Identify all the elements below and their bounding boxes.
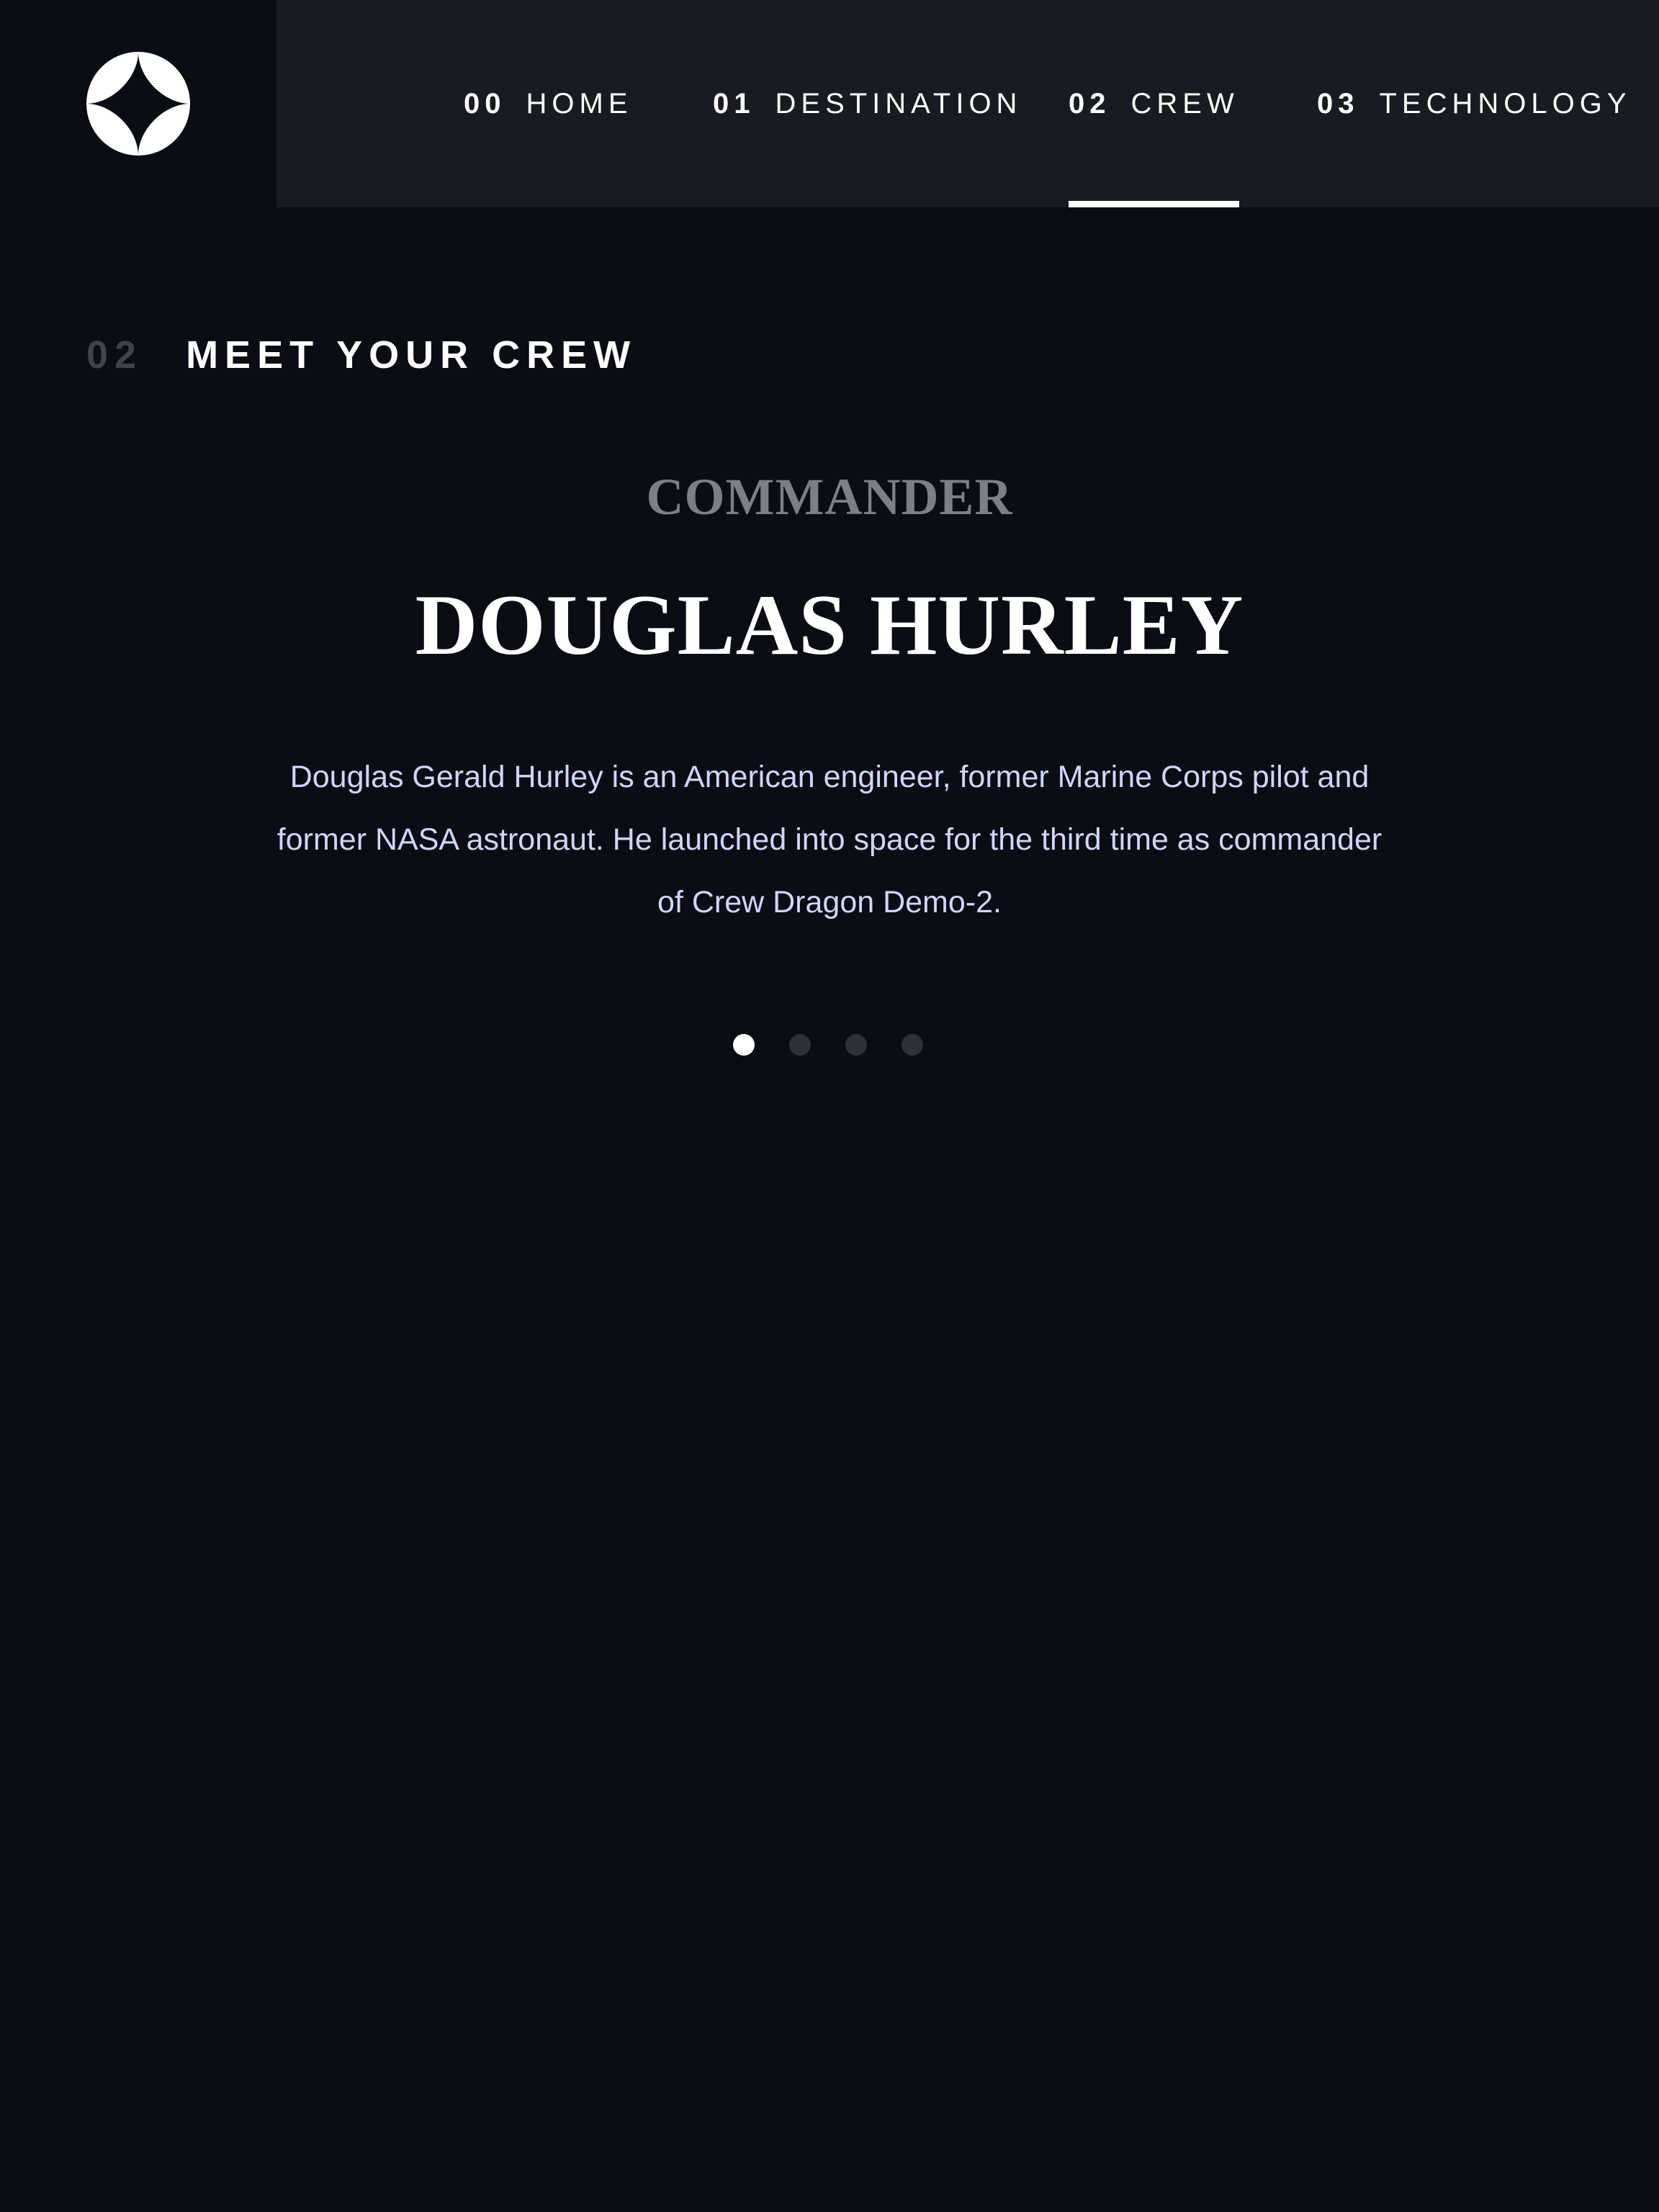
nav-item-home[interactable]: 00 HOME <box>464 0 633 207</box>
main-nav: 00 HOME 01 DESTINATION 02 CREW 03 TECHNO… <box>276 0 1659 207</box>
nav-item-number: 02 <box>1069 87 1111 120</box>
crew-bio: Douglas Gerald Hurley is an American eng… <box>276 760 1382 920</box>
crew-role: COMMANDER <box>646 468 1013 526</box>
page-title: 02 MEET YOUR CREW <box>86 326 637 384</box>
nav-item-label: HOME <box>526 87 633 120</box>
crew-slider-dots <box>733 1034 923 1056</box>
slider-dot[interactable] <box>789 1034 811 1056</box>
nav-item-technology[interactable]: 03 TECHNOLOGY <box>1317 0 1632 207</box>
site-header: 00 HOME 01 DESTINATION 02 CREW 03 TECHNO… <box>0 0 1659 207</box>
star-logo-icon[interactable] <box>86 52 190 156</box>
nav-item-label: DESTINATION <box>775 87 1022 120</box>
nav-item-crew[interactable]: 02 CREW <box>1069 0 1239 207</box>
nav-item-label: CREW <box>1130 87 1239 120</box>
section-number: 02 <box>86 333 143 377</box>
nav-item-number: 00 <box>464 87 506 120</box>
nav-item-destination[interactable]: 01 DESTINATION <box>713 0 1022 207</box>
logo-area <box>0 0 276 207</box>
crew-name: DOUGLAS HURLEY <box>415 577 1244 673</box>
crew-content: COMMANDER DOUGLAS HURLEY Douglas Gerald … <box>0 461 1659 934</box>
slider-dot[interactable] <box>733 1034 755 1056</box>
nav-item-label: TECHNOLOGY <box>1379 87 1632 120</box>
nav-item-number: 01 <box>713 87 755 120</box>
nav-item-number: 03 <box>1317 87 1359 120</box>
section-title-text: MEET YOUR CREW <box>186 333 637 377</box>
slider-dot[interactable] <box>845 1034 867 1056</box>
slider-dot[interactable] <box>902 1034 923 1056</box>
